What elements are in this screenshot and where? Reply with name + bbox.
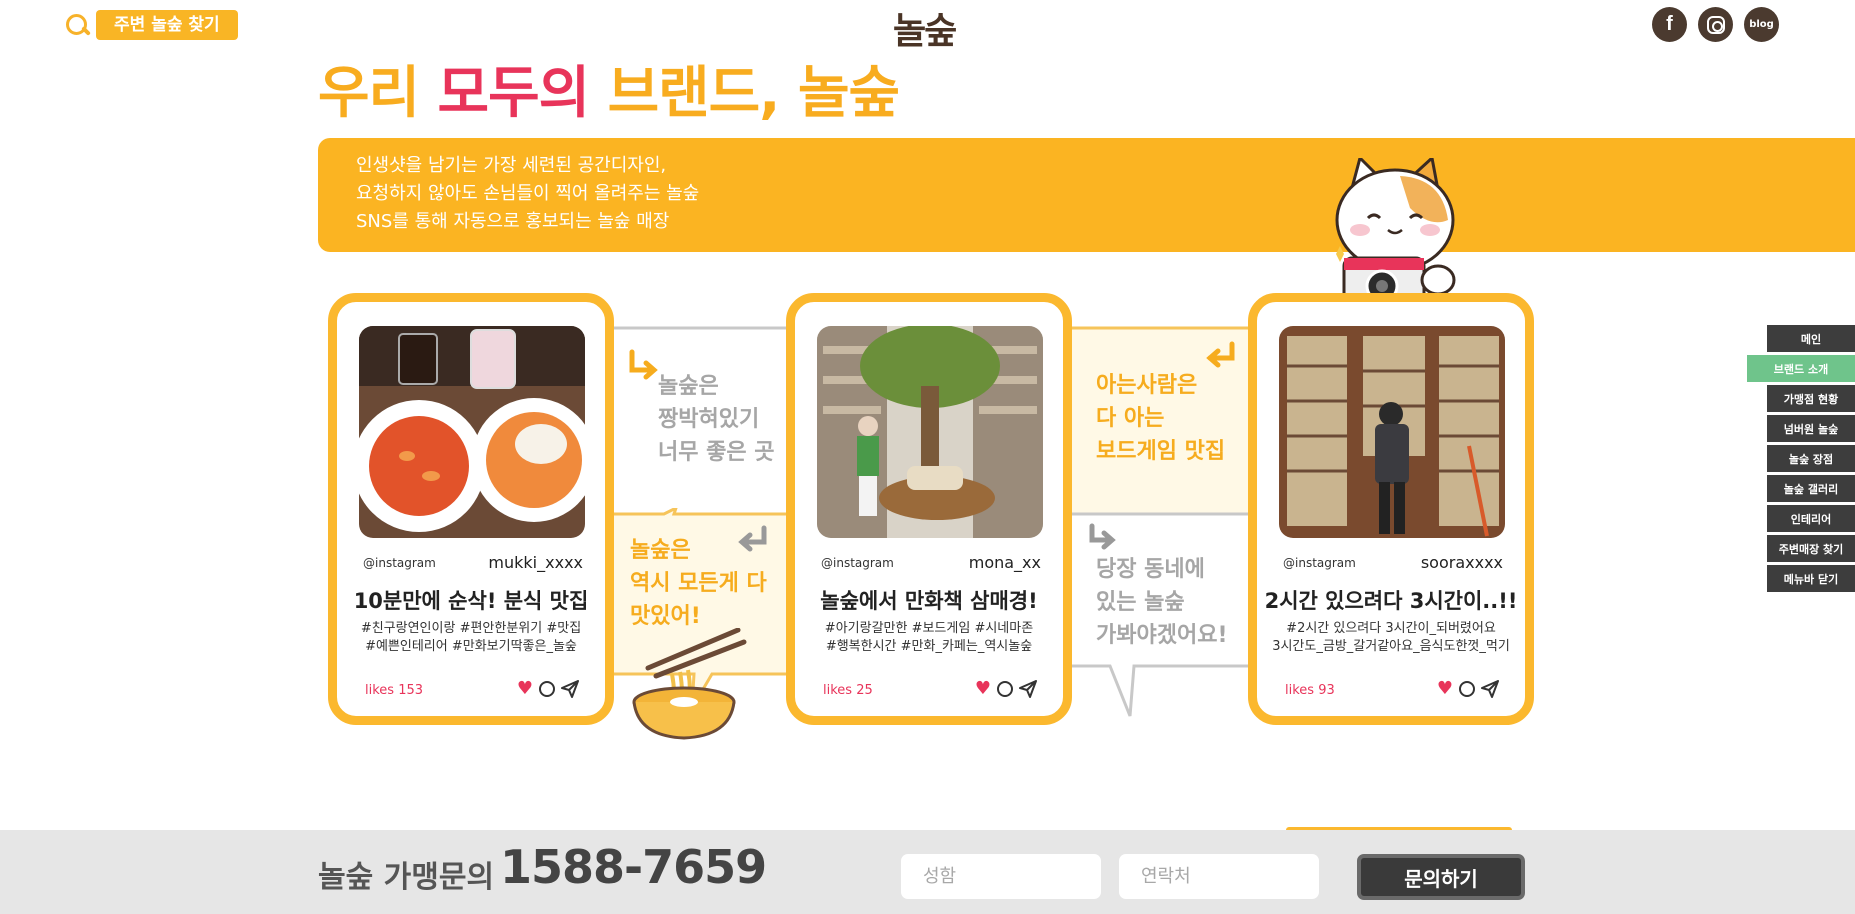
instagram-label: @instagram [821,556,894,570]
sidenav-item-gallery[interactable]: 놀숲 갤러리 [1767,475,1855,502]
cafe-photo [817,326,1043,538]
headline-part: 모두의 [437,61,591,126]
instagram-card[interactable]: @instagram mukki_xxxx 10분만에 순삭! 분식 맛집 #친… [328,293,614,725]
banner-line: 요청하지 않아도 손님들이 찍어 올려주는 놀숲 [356,183,700,204]
bubble-line: 보드게임 맛집 [1096,439,1226,464]
banner-text: 인생샷을 남기는 가장 세련된 공간디자인, 요청하지 않아도 손님들이 찍어 … [356,152,699,236]
speech-bubble-3: 아는사람은 다 아는 보드게임 맛집 [1096,369,1225,468]
post-actions: ♥ [1437,680,1499,698]
facebook-icon[interactable]: f [1652,7,1687,42]
heart-icon[interactable]: ♥ [975,680,991,698]
intro-banner: 인생샷을 남기는 가장 세련된 공간디자인, 요청하지 않아도 손님들이 찍어 … [318,138,1855,252]
blog-icon[interactable]: blog [1744,7,1779,42]
instagram-label: @instagram [363,556,436,570]
banner-line: SNS를 통해 자동으로 홍보되는 놀숲 매장 [356,211,670,232]
page-title: 우리 모두의 브랜드, 놀숲 [318,48,900,129]
sidenav-item-franchise-status[interactable]: 가맹점 현황 [1767,385,1855,412]
bookshelf-photo [1279,326,1505,538]
name-field[interactable] [901,854,1101,899]
tag-line: #행복한시간 #만화_카페는_역시놀숲 [825,639,1033,654]
speech-bubble-4: 당장 동네에 있는 놀숲 가봐야겠어요! [1096,553,1227,652]
likes-count: likes 93 [1285,683,1335,698]
inquiry-phone[interactable]: 1588-7659 [500,840,767,894]
tag-line: #아기랑갈만한 #보드게임 #시네마존 [824,621,1034,636]
post-title: 놀숲에서 만화책 삼매경! [820,589,1038,613]
tag-line: #2시간 있으려다 3시간이_되버렸어요 [1286,621,1496,636]
cat-camera-illustration [1335,158,1456,308]
sidenav-close-button[interactable]: 메뉴바 닫기 [1767,565,1855,592]
bubble-line: 아는사람은 [1096,373,1198,398]
instagram-card[interactable]: @instagram mona_xx 놀숲에서 만화책 삼매경! #아기랑갈만한… [786,293,1072,725]
comment-icon[interactable] [539,681,555,697]
send-icon[interactable] [1481,680,1499,698]
bubble-line: 역시 모든게 다 [630,571,767,596]
bubble-line: 놀숲은 [630,538,691,563]
headline-part: 우리 [318,61,420,126]
sidenav-item-strengths[interactable]: 놀숲 장점 [1767,445,1855,472]
headline-part: 브랜드, 놀숲 [607,61,900,126]
bubble-line: 놀숲은 [658,374,719,399]
inquiry-submit-button[interactable]: 문의하기 [1357,854,1525,900]
food-photo [359,326,585,538]
sidenav-item-number-one[interactable]: 넘버원 놀숲 [1767,415,1855,442]
comment-icon[interactable] [1459,681,1475,697]
username[interactable]: mukki_xxxx [488,553,583,572]
post-tags: #아기랑갈만한 #보드게임 #시네마존 #행복한시간 #만화_카페는_역시놀숲 [795,620,1063,656]
heart-icon[interactable]: ♥ [1437,680,1453,698]
instagram-card[interactable]: @instagram sooraxxxx 2시간 있으려다 3시간이..!! #… [1248,293,1534,725]
banner-line: 인생샷을 남기는 가장 세련된 공간디자인, [356,155,667,176]
speech-bubble-2: 놀숲은 역시 모든게 다 맛있어! [630,534,767,633]
search-icon[interactable] [64,12,90,38]
post-title: 10분만에 순삭! 분식 맛집 [353,589,589,613]
contact-field[interactable] [1119,854,1319,899]
speech-bubble-1: 놀숲은 짱박혀있기 너무 좋은 곳 [658,370,775,469]
sidenav-item-main[interactable]: 메인 [1767,325,1855,352]
post-tags: #2시간 있으려다 3시간이_되버렸어요 3시간도_금방_갈거같아요_음식도한껏… [1257,620,1525,656]
post-tags: #친구랑연인이랑 #편안한분위기 #맛집 #예쁜인테리어 #만화보기딱좋은_놀숲 [337,620,605,656]
send-icon[interactable] [1019,680,1037,698]
send-icon[interactable] [561,680,579,698]
tag-line: #예쁜인테리어 #만화보기딱좋은_놀숲 [365,639,577,654]
side-navigation: 메인 브랜드 소개 가맹점 현황 넘버원 놀숲 놀숲 장점 놀숲 갤러리 인테리… [1747,325,1855,595]
comment-icon[interactable] [997,681,1013,697]
nearby-store-button[interactable]: 주변 놀숲 찾기 [96,10,238,40]
tag-line: #친구랑연인이랑 #편안한분위기 #맛집 [360,621,582,636]
page: 주변 놀숲 찾기 놀숲 f blog 우리 모두의 브랜드, 놀숲 인생샷을 남… [0,0,1855,914]
site-logo[interactable]: 놀숲 [893,2,957,54]
instagram-label: @instagram [1283,556,1356,570]
social-links: f blog [1652,7,1779,42]
sidenav-item-store-finder[interactable]: 주변매장 찾기 [1767,535,1855,562]
post-title: 2시간 있으려다 3시간이..!! [1264,589,1518,613]
tag-line: 3시간도_금방_갈거같아요_음식도한껏_먹기 [1272,639,1510,654]
post-actions: ♥ [975,680,1037,698]
bubble-line: 가봐야겠어요! [1096,623,1228,648]
bubble-line: 너무 좋은 곳 [658,440,775,465]
sidenav-item-brand[interactable]: 브랜드 소개 [1747,355,1855,382]
sidenav-item-interior[interactable]: 인테리어 [1767,505,1855,532]
post-actions: ♥ [517,680,579,698]
inquiry-label: 놀숲 가맹문의 [318,860,495,895]
bubble-line: 짱박혀있기 [658,407,760,432]
heart-icon[interactable]: ♥ [517,680,533,698]
bubble-line: 다 아는 [1096,406,1165,431]
likes-count: likes 153 [365,683,424,698]
franchise-inquiry-bar: 놀숲 가맹문의 1588-7659 문의하기 [0,830,1855,914]
noodle-bowl-illustration [632,628,747,740]
likes-count: likes 25 [823,683,873,698]
instagram-icon[interactable] [1698,7,1733,42]
nearby-search[interactable]: 주변 놀숲 찾기 [64,10,238,40]
bubble-line: 당장 동네에 [1096,557,1205,582]
username[interactable]: sooraxxxx [1421,553,1503,572]
bubble-line: 있는 놀숲 [1096,590,1185,615]
username[interactable]: mona_xx [969,553,1041,572]
